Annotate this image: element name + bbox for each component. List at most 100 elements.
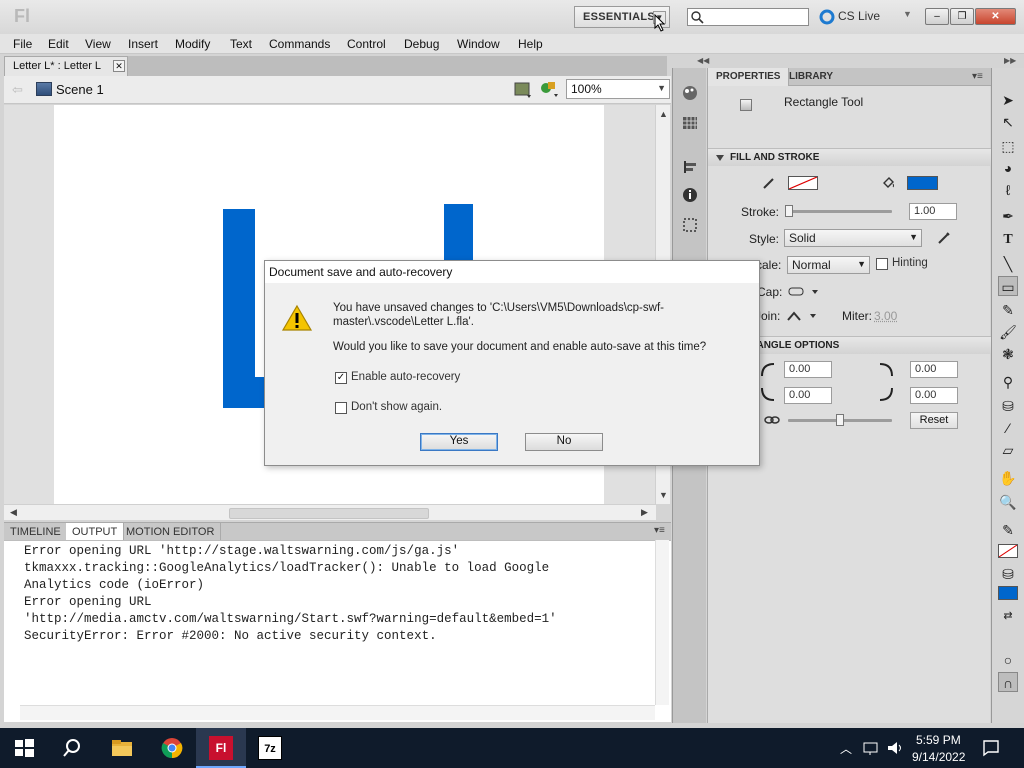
menu-debug[interactable]: Debug <box>404 37 439 51</box>
swatches-icon[interactable] <box>681 114 699 132</box>
bone-tool-icon[interactable]: ⚲ <box>998 372 1018 392</box>
pencil-tool-icon[interactable]: ✎ <box>998 300 1018 320</box>
stroke-slider-thumb[interactable] <box>785 205 793 217</box>
fill-color-icon[interactable]: ⛁ <box>998 564 1018 584</box>
swap-colors-icon[interactable]: ⇄ <box>998 606 1018 626</box>
deco-tool-icon[interactable]: ❃ <box>998 344 1018 364</box>
panel-menu-icon[interactable]: ▾≡ <box>972 71 983 82</box>
text-tool-icon[interactable]: T <box>998 230 1018 250</box>
restore-button[interactable]: ❐ <box>950 8 974 25</box>
search-input[interactable] <box>687 8 809 26</box>
search-icon[interactable] <box>60 736 84 760</box>
fill-color-swatch[interactable] <box>907 176 938 190</box>
menu-control[interactable]: Control <box>347 37 386 51</box>
corner-bottom-right-input[interactable]: 0.00 <box>910 387 958 404</box>
close-button[interactable]: ✕ <box>975 8 1016 25</box>
eraser-tool-icon[interactable]: ▱ <box>998 440 1018 460</box>
output-horizontal-scrollbar[interactable] <box>20 705 655 720</box>
file-explorer-icon[interactable] <box>110 736 134 760</box>
edit-stroke-style-icon[interactable] <box>936 230 952 246</box>
output-vertical-scrollbar[interactable] <box>655 540 669 705</box>
cs-live-label[interactable]: CS Live <box>838 9 880 23</box>
rectangle-tool-icon[interactable]: ▭ <box>998 276 1018 296</box>
no-button[interactable]: No <box>525 433 603 451</box>
transform-icon[interactable] <box>681 216 699 234</box>
menu-insert[interactable]: Insert <box>128 37 158 51</box>
collapse-arrows-icon[interactable]: ◀◀ <box>697 56 709 65</box>
align-icon[interactable] <box>681 158 699 176</box>
paint-bucket-tool-icon[interactable]: ⛁ <box>998 396 1018 416</box>
color-palette-icon[interactable] <box>681 84 699 102</box>
hand-tool-icon[interactable]: ✋ <box>998 468 1018 488</box>
flash-taskbar-item[interactable]: Fl <box>196 728 246 768</box>
letter-shape[interactable] <box>444 204 473 264</box>
stroke-swatch[interactable] <box>998 544 1018 558</box>
menu-modify[interactable]: Modify <box>175 37 210 51</box>
menu-text[interactable]: Text <box>230 37 252 51</box>
pen-tool-icon[interactable]: ✒ <box>998 206 1018 226</box>
zoom-tool-icon[interactable]: 🔍 <box>998 492 1018 512</box>
chrome-icon[interactable] <box>160 736 184 760</box>
menu-help[interactable]: Help <box>518 37 543 51</box>
back-arrow-icon[interactable]: ⇦ <box>12 82 23 98</box>
menu-edit[interactable]: Edit <box>48 37 69 51</box>
edit-scene-icon[interactable] <box>513 81 535 99</box>
snap-to-objects-icon[interactable]: ∩ <box>998 672 1018 692</box>
dont-show-checkbox[interactable] <box>335 402 347 414</box>
zoom-select[interactable]: 100% ▼ <box>566 79 670 99</box>
tab-properties[interactable]: PROPERTIES <box>708 68 790 86</box>
selection-tool-icon[interactable]: ➤ <box>998 90 1018 110</box>
document-tab[interactable]: Letter L* : Letter L ✕ <box>4 56 128 76</box>
stroke-slider[interactable] <box>788 210 892 213</box>
stroke-color-icon[interactable]: ✎ <box>998 520 1018 540</box>
close-icon[interactable]: ✕ <box>113 60 125 72</box>
clock-time[interactable]: 5:59 PM <box>916 733 961 747</box>
volume-icon[interactable] <box>886 740 904 756</box>
chevron-left-icon[interactable]: ◀ <box>10 507 17 518</box>
reset-button[interactable]: Reset <box>910 412 958 429</box>
corner-slider-thumb[interactable] <box>836 414 844 426</box>
tab-library[interactable]: LIBRARY <box>781 68 841 86</box>
menu-file[interactable]: File <box>13 37 32 51</box>
fill-stroke-header[interactable]: FILL AND STROKE <box>708 148 991 166</box>
miter-value[interactable]: 3.00 <box>874 309 897 323</box>
eyedropper-tool-icon[interactable]: ⁄ <box>998 418 1018 438</box>
fill-swatch[interactable] <box>998 586 1018 600</box>
menu-window[interactable]: Window <box>457 37 500 51</box>
object-drawing-icon[interactable]: ○ <box>998 650 1018 670</box>
corner-top-right-input[interactable]: 0.00 <box>910 361 958 378</box>
subselection-tool-icon[interactable]: ↖ <box>998 112 1018 132</box>
style-select[interactable]: Solid ▼ <box>784 229 922 247</box>
edit-symbols-icon[interactable] <box>540 80 562 98</box>
windows-start-icon[interactable] <box>12 736 36 760</box>
tab-timeline[interactable]: TIMELINE <box>4 523 68 541</box>
scene-label[interactable]: Scene 1 <box>56 82 104 97</box>
menu-commands[interactable]: Commands <box>269 37 330 51</box>
free-transform-tool-icon[interactable]: ⬚ <box>998 136 1018 156</box>
chevron-down-icon[interactable]: ▼ <box>903 9 912 19</box>
menu-view[interactable]: View <box>85 37 111 51</box>
info-icon[interactable] <box>681 186 699 204</box>
stroke-input[interactable]: 1.00 <box>909 203 957 220</box>
stroke-color-swatch[interactable] <box>788 176 818 190</box>
chevron-up-icon[interactable]: ▲ <box>659 109 668 119</box>
chevron-down-icon[interactable]: ▼ <box>659 490 668 500</box>
expand-arrows-icon[interactable]: ▶▶ <box>1004 56 1016 65</box>
link-icon[interactable] <box>764 415 780 425</box>
output-panel[interactable]: Error opening URL 'http://stage.waltswar… <box>4 540 671 722</box>
tab-motion-editor[interactable]: MOTION EDITOR <box>120 523 222 541</box>
chevron-up-icon[interactable]: ︿ <box>840 740 852 757</box>
scale-select[interactable]: Normal ▼ <box>787 256 870 274</box>
3d-rotation-tool-icon[interactable]: ◕ <box>998 158 1018 178</box>
hinting-checkbox[interactable] <box>876 258 888 270</box>
brush-tool-icon[interactable]: 🖌 <box>998 322 1018 342</box>
cap-select[interactable] <box>788 287 824 297</box>
7zip-icon[interactable]: 7z <box>258 736 282 760</box>
panel-menu-icon[interactable]: ▾≡ <box>654 525 665 536</box>
enable-recovery-checkbox[interactable]: ✓ <box>335 372 347 384</box>
corner-top-left-input[interactable]: 0.00 <box>784 361 832 378</box>
clock-date[interactable]: 9/14/2022 <box>912 750 965 764</box>
horizontal-scrollbar[interactable]: ◀ ▶ <box>4 504 656 520</box>
join-select[interactable] <box>786 310 822 322</box>
yes-button[interactable]: Yes <box>420 433 498 451</box>
